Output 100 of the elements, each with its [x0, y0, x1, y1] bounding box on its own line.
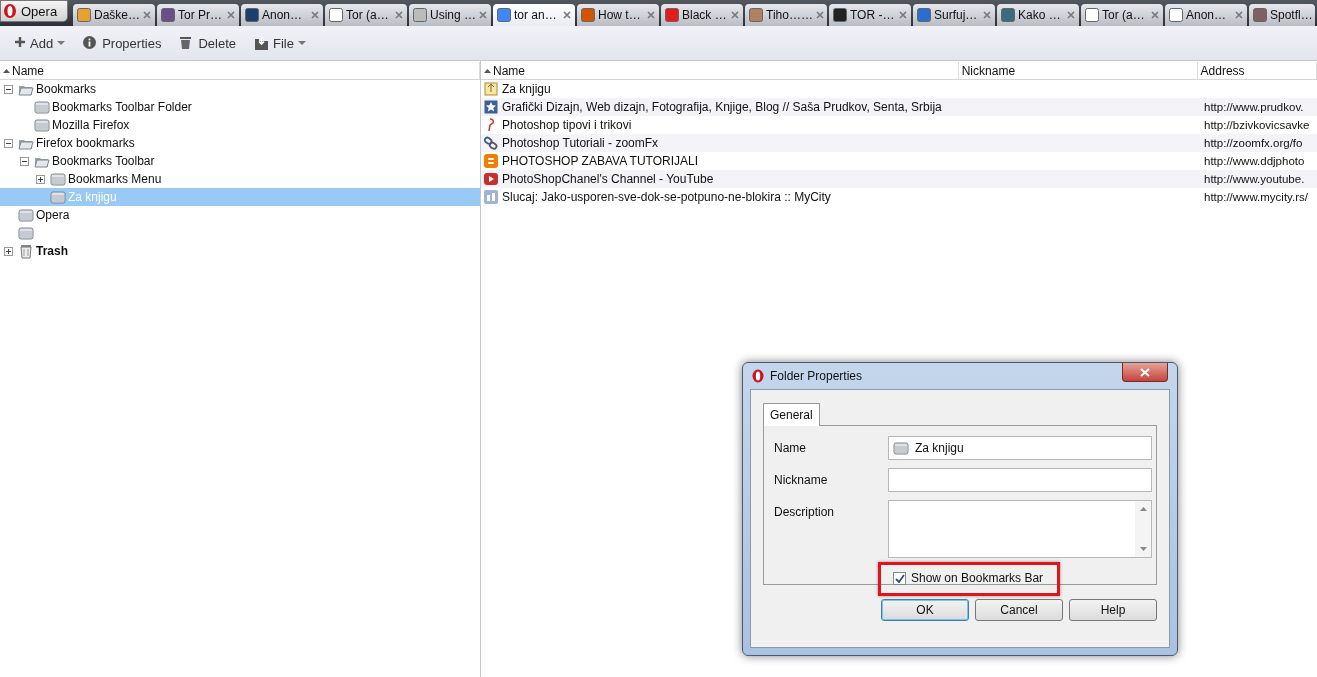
site-icon: [1085, 8, 1099, 22]
bookmark-address: http://www.prudkov.: [1204, 101, 1304, 113]
box-icon: [253, 35, 269, 51]
tree-item[interactable]: Bookmarks Toolbar: [0, 152, 480, 170]
column-header[interactable]: Name: [481, 62, 959, 79]
scroll-down-icon: [1139, 547, 1147, 551]
trash-icon: [18, 243, 34, 259]
info-icon: [83, 35, 99, 51]
close-icon: [395, 11, 403, 19]
browser-tab[interactable]: Kako …: [997, 4, 1079, 26]
bookmark-name[interactable]: PHOTOSHOP ZABAVA TUTORIJALI: [481, 154, 961, 168]
site-icon: [77, 8, 91, 22]
browser-tab[interactable]: Tor (a…: [1081, 4, 1163, 26]
toolbar-button[interactable]: Delete: [177, 33, 238, 53]
tree-item[interactable]: Mozilla Firefox: [0, 116, 480, 134]
opera-menu-button[interactable]: Opera: [0, 0, 68, 22]
blog-icon: [484, 154, 498, 168]
browser-tab[interactable]: Tor Pr…: [157, 4, 239, 26]
close-icon: [899, 11, 907, 19]
close-icon: [227, 11, 235, 19]
folder-icon: [34, 100, 50, 114]
bookmark-name[interactable]: Photoshop tipovi i trikovi: [481, 118, 961, 132]
site-icon: [917, 8, 931, 22]
close-icon: [143, 11, 151, 19]
checkbox[interactable]: [893, 571, 906, 585]
toolbar-button[interactable]: Add: [12, 33, 68, 53]
close-icon: [479, 11, 487, 19]
collapse-icon[interactable]: [3, 138, 13, 148]
field-label: Name: [774, 440, 807, 455]
browser-tab[interactable]: tor an…: [493, 4, 575, 26]
tree-item[interactable]: Firefox bookmarks: [0, 134, 480, 152]
name-field[interactable]: Za knjigu: [888, 436, 1152, 460]
site-icon: [749, 8, 763, 22]
site-icon: [1169, 8, 1183, 22]
site-icon: [413, 8, 427, 22]
bookmark-name[interactable]: Slucaj: Jako-usporen-sve-dok-se-potpuno-ne-blokira :: MyCity: [481, 190, 961, 204]
toolbar-button[interactable]: Properties: [81, 33, 164, 53]
site-icon: [833, 8, 847, 22]
browser-tab[interactable]: Tor (a…: [325, 4, 407, 26]
close-button[interactable]: [1122, 363, 1168, 382]
opera-logo-icon: [752, 369, 764, 383]
close-icon: [983, 11, 991, 19]
site-icon: [1001, 8, 1015, 22]
check-icon: [894, 573, 905, 583]
bookmark-address: http://zoomfx.org/fo: [1204, 137, 1303, 149]
tree-item[interactable]: Bookmarks Menu: [0, 170, 480, 188]
column-header[interactable]: Address: [1197, 62, 1317, 79]
bookmark-address: http://bzivkovicsavke: [1204, 119, 1310, 131]
column-header[interactable]: Nickname: [958, 62, 1198, 79]
folder-icon: [50, 190, 66, 204]
folder-icon: [893, 441, 909, 455]
browser-tab[interactable]: How t…: [577, 4, 659, 26]
browser-tab[interactable]: Anon…: [241, 4, 323, 26]
bookmark-name[interactable]: Grafički Dizajn, Web dizajn, Fotografija, Knjige, Blog // Saša Prudkov, Senta, Srbija: [481, 100, 961, 114]
site-icon: [497, 8, 511, 22]
folder-icon: [50, 172, 66, 186]
opera-logo-icon: [3, 3, 17, 19]
tree-item[interactable]: Opera: [0, 206, 480, 224]
bookmark-name[interactable]: Photoshop Tutoriali - zoomFx: [481, 136, 961, 150]
bookmark-name[interactable]: PhotoShopChanel's Channel - YouTube: [481, 172, 961, 186]
browser-tab[interactable]: Spotfl…: [1249, 4, 1315, 26]
site-icon: [161, 8, 175, 22]
browser-tab[interactable]: Daške…: [73, 4, 155, 26]
collapse-icon[interactable]: [19, 156, 29, 166]
dialog-tab[interactable]: General: [763, 403, 820, 426]
tree-item[interactable]: Bookmarks: [0, 80, 480, 98]
site-icon: [665, 8, 679, 22]
bookmark-name[interactable]: Za knjigu: [481, 82, 961, 96]
dialog-title: Folder Properties: [770, 369, 864, 383]
nickname-field[interactable]: [888, 468, 1152, 492]
tree-item[interactable]: Bookmarks Toolbar Folder: [0, 98, 480, 116]
description-field[interactable]: [888, 500, 1152, 558]
browser-tab[interactable]: TOR -…: [829, 4, 911, 26]
close-icon: [647, 11, 655, 19]
browser-tab[interactable]: Black …: [661, 4, 743, 26]
expand-icon[interactable]: [35, 174, 45, 184]
checkbox-label: Show on Bookmarks Bar: [911, 571, 1044, 585]
dialog-button[interactable]: OK: [881, 599, 969, 621]
field-label: Description: [774, 504, 836, 519]
site-icon: [484, 190, 498, 204]
toolbar-button[interactable]: File: [251, 33, 308, 53]
site-icon: [581, 8, 595, 22]
browser-tab[interactable]: Surfuj…: [913, 4, 995, 26]
chain-link-icon: [484, 136, 498, 150]
bookmark-address: http://www.youtube.: [1204, 173, 1305, 185]
dialog-button[interactable]: Help: [1069, 599, 1157, 621]
folder-icon: [18, 226, 34, 240]
close-icon: [1140, 367, 1150, 377]
browser-tab[interactable]: Tiho……: [745, 4, 827, 26]
browser-tab[interactable]: Anon…: [1165, 4, 1247, 26]
close-icon: [731, 11, 739, 19]
site-icon: [245, 8, 259, 22]
collapse-icon[interactable]: [3, 84, 13, 94]
column-header[interactable]: Name: [0, 62, 480, 79]
folder-icon: [484, 82, 498, 96]
browser-tab[interactable]: Using …: [409, 4, 491, 26]
dialog-button[interactable]: Cancel: [975, 599, 1063, 621]
expand-icon[interactable]: [3, 246, 13, 256]
tree-item[interactable]: Trash: [0, 242, 480, 260]
site-icon: [329, 8, 343, 22]
